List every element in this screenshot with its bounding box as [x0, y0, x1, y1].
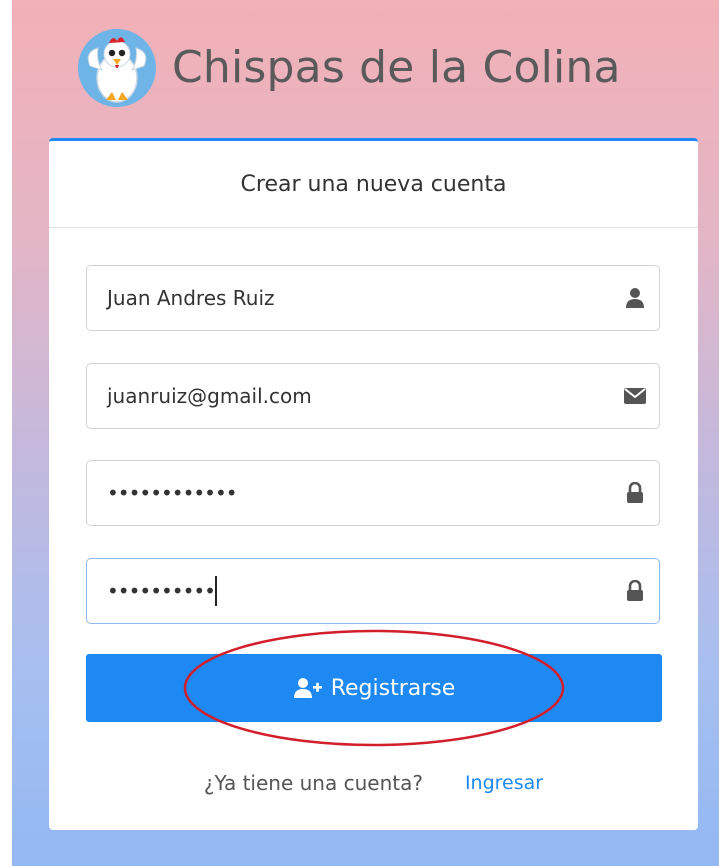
email-field[interactable]: juanruiz@gmail.com [86, 363, 660, 429]
confirm-password-field[interactable]: •••••••••• [86, 558, 660, 624]
confirm-password-value: •••••••••• [107, 579, 216, 603]
rooster-logo-icon [78, 29, 156, 107]
email-input[interactable]: juanruiz@gmail.com [87, 364, 611, 428]
brand-header: Chispas de la Colina [76, 24, 621, 110]
envelope-icon [611, 388, 659, 404]
confirm-password-input[interactable]: •••••••••• [87, 559, 611, 623]
annotation-ellipse [183, 629, 565, 747]
name-input[interactable]: Juan Andres Ruiz [87, 266, 611, 330]
name-field[interactable]: Juan Andres Ruiz [86, 265, 660, 331]
register-card: Crear una nueva cuenta Juan Andres Ruiz … [49, 138, 698, 830]
lock-icon [611, 580, 659, 602]
brand-title: Chispas de la Colina [172, 41, 621, 93]
password-input[interactable]: •••••••••••• [87, 461, 611, 525]
password-field[interactable]: •••••••••••• [86, 460, 660, 526]
card-header: Crear una nueva cuenta [49, 141, 698, 228]
text-caret [214, 576, 217, 606]
login-link[interactable]: Ingresar [465, 772, 543, 794]
login-footer: ¿Ya tiene una cuenta? Ingresar [49, 763, 698, 803]
user-icon [611, 287, 659, 309]
login-question: ¿Ya tiene una cuenta? [203, 771, 423, 795]
lock-icon [611, 482, 659, 504]
